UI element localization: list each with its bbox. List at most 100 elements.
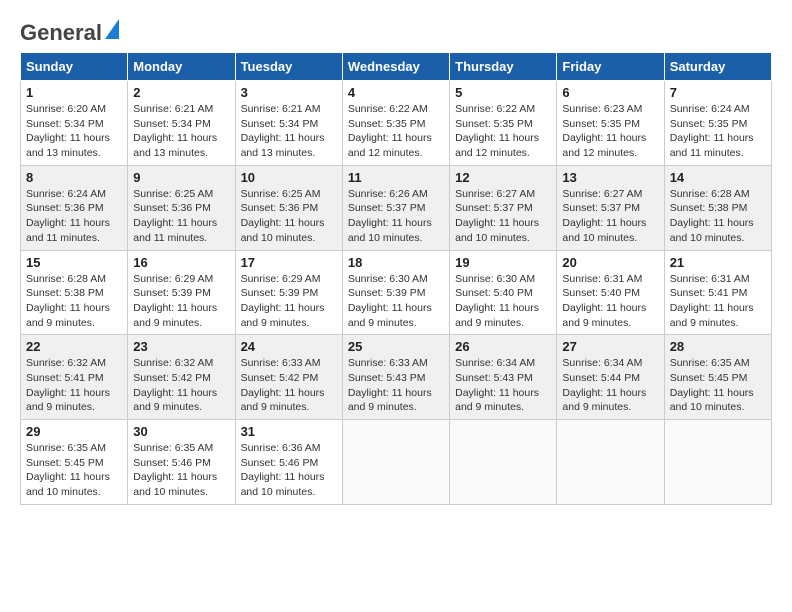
- calendar-day-2: 2 Sunrise: 6:21 AMSunset: 5:34 PMDaylight…: [128, 81, 235, 166]
- day-number: 16: [133, 255, 229, 270]
- day-number: 3: [241, 85, 337, 100]
- calendar-day-24: 24 Sunrise: 6:33 AMSunset: 5:42 PMDayligh…: [235, 335, 342, 420]
- day-number: 29: [26, 424, 122, 439]
- day-number: 19: [455, 255, 551, 270]
- day-number: 31: [241, 424, 337, 439]
- day-info: Sunrise: 6:27 AMSunset: 5:37 PMDaylight:…: [562, 187, 658, 246]
- day-info: Sunrise: 6:29 AMSunset: 5:39 PMDaylight:…: [241, 272, 337, 331]
- calendar-day-30: 30 Sunrise: 6:35 AMSunset: 5:46 PMDayligh…: [128, 420, 235, 505]
- calendar-day-27: 27 Sunrise: 6:34 AMSunset: 5:44 PMDayligh…: [557, 335, 664, 420]
- day-number: 7: [670, 85, 766, 100]
- column-header-tuesday: Tuesday: [235, 53, 342, 81]
- calendar-day-empty: [342, 420, 449, 505]
- day-number: 17: [241, 255, 337, 270]
- day-number: 25: [348, 339, 444, 354]
- column-header-sunday: Sunday: [21, 53, 128, 81]
- day-info: Sunrise: 6:21 AMSunset: 5:34 PMDaylight:…: [133, 102, 229, 161]
- day-info: Sunrise: 6:20 AMSunset: 5:34 PMDaylight:…: [26, 102, 122, 161]
- day-number: 22: [26, 339, 122, 354]
- day-info: Sunrise: 6:29 AMSunset: 5:39 PMDaylight:…: [133, 272, 229, 331]
- day-info: Sunrise: 6:24 AMSunset: 5:36 PMDaylight:…: [26, 187, 122, 246]
- day-info: Sunrise: 6:32 AMSunset: 5:42 PMDaylight:…: [133, 356, 229, 415]
- day-number: 4: [348, 85, 444, 100]
- day-number: 1: [26, 85, 122, 100]
- calendar-day-12: 12 Sunrise: 6:27 AMSunset: 5:37 PMDayligh…: [450, 165, 557, 250]
- day-number: 12: [455, 170, 551, 185]
- calendar-week-3: 15 Sunrise: 6:28 AMSunset: 5:38 PMDayligh…: [21, 250, 772, 335]
- calendar-day-13: 13Sunrise: 6:27 AMSunset: 5:37 PMDayligh…: [557, 165, 664, 250]
- day-info: Sunrise: 6:25 AMSunset: 5:36 PMDaylight:…: [133, 187, 229, 246]
- day-number: 24: [241, 339, 337, 354]
- calendar-day-26: 26Sunrise: 6:34 AMSunset: 5:43 PMDayligh…: [450, 335, 557, 420]
- day-info: Sunrise: 6:28 AMSunset: 5:38 PMDaylight:…: [26, 272, 122, 331]
- calendar-day-19: 19Sunrise: 6:30 AMSunset: 5:40 PMDayligh…: [450, 250, 557, 335]
- calendar-day-17: 17 Sunrise: 6:29 AMSunset: 5:39 PMDayligh…: [235, 250, 342, 335]
- day-info: Sunrise: 6:35 AMSunset: 5:45 PMDaylight:…: [670, 356, 766, 415]
- calendar-week-2: 8 Sunrise: 6:24 AMSunset: 5:36 PMDaylight…: [21, 165, 772, 250]
- day-number: 9: [133, 170, 229, 185]
- day-info: Sunrise: 6:22 AMSunset: 5:35 PMDaylight:…: [348, 102, 444, 161]
- day-info: Sunrise: 6:24 AMSunset: 5:35 PMDaylight:…: [670, 102, 766, 161]
- calendar-day-21: 21Sunrise: 6:31 AMSunset: 5:41 PMDayligh…: [664, 250, 771, 335]
- day-number: 15: [26, 255, 122, 270]
- day-number: 18: [348, 255, 444, 270]
- calendar-day-6: 6Sunrise: 6:23 AMSunset: 5:35 PMDaylight…: [557, 81, 664, 166]
- calendar-week-5: 29 Sunrise: 6:35 AMSunset: 5:45 PMDayligh…: [21, 420, 772, 505]
- calendar-day-3: 3 Sunrise: 6:21 AMSunset: 5:34 PMDaylight…: [235, 81, 342, 166]
- day-number: 6: [562, 85, 658, 100]
- day-number: 5: [455, 85, 551, 100]
- logo-arrow-icon: [105, 19, 119, 39]
- day-number: 26: [455, 339, 551, 354]
- calendar-day-22: 22 Sunrise: 6:32 AMSunset: 5:41 PMDayligh…: [21, 335, 128, 420]
- day-number: 2: [133, 85, 229, 100]
- day-info: Sunrise: 6:28 AMSunset: 5:38 PMDaylight:…: [670, 187, 766, 246]
- day-number: 30: [133, 424, 229, 439]
- calendar-day-14: 14 Sunrise: 6:28 AMSunset: 5:38 PMDayligh…: [664, 165, 771, 250]
- calendar-day-18: 18 Sunrise: 6:30 AMSunset: 5:39 PMDayligh…: [342, 250, 449, 335]
- day-info: Sunrise: 6:33 AMSunset: 5:43 PMDaylight:…: [348, 356, 444, 415]
- column-header-wednesday: Wednesday: [342, 53, 449, 81]
- calendar-day-28: 28 Sunrise: 6:35 AMSunset: 5:45 PMDayligh…: [664, 335, 771, 420]
- calendar-day-empty: [557, 420, 664, 505]
- calendar-day-25: 25 Sunrise: 6:33 AMSunset: 5:43 PMDayligh…: [342, 335, 449, 420]
- day-info: Sunrise: 6:25 AMSunset: 5:36 PMDaylight:…: [241, 187, 337, 246]
- day-info: Sunrise: 6:35 AMSunset: 5:46 PMDaylight:…: [133, 441, 229, 500]
- day-info: Sunrise: 6:34 AMSunset: 5:44 PMDaylight:…: [562, 356, 658, 415]
- day-number: 11: [348, 170, 444, 185]
- day-number: 23: [133, 339, 229, 354]
- day-info: Sunrise: 6:31 AMSunset: 5:40 PMDaylight:…: [562, 272, 658, 331]
- day-info: Sunrise: 6:21 AMSunset: 5:34 PMDaylight:…: [241, 102, 337, 161]
- day-info: Sunrise: 6:36 AMSunset: 5:46 PMDaylight:…: [241, 441, 337, 500]
- day-number: 20: [562, 255, 658, 270]
- calendar-header-row: SundayMondayTuesdayWednesdayThursdayFrid…: [21, 53, 772, 81]
- day-number: 27: [562, 339, 658, 354]
- day-info: Sunrise: 6:26 AMSunset: 5:37 PMDaylight:…: [348, 187, 444, 246]
- column-header-friday: Friday: [557, 53, 664, 81]
- page-header: General: [20, 20, 772, 42]
- calendar-day-empty: [450, 420, 557, 505]
- day-info: Sunrise: 6:22 AMSunset: 5:35 PMDaylight:…: [455, 102, 551, 161]
- day-number: 28: [670, 339, 766, 354]
- day-info: Sunrise: 6:33 AMSunset: 5:42 PMDaylight:…: [241, 356, 337, 415]
- calendar-day-5: 5 Sunrise: 6:22 AMSunset: 5:35 PMDaylight…: [450, 81, 557, 166]
- calendar-day-15: 15 Sunrise: 6:28 AMSunset: 5:38 PMDayligh…: [21, 250, 128, 335]
- calendar-day-4: 4 Sunrise: 6:22 AMSunset: 5:35 PMDaylight…: [342, 81, 449, 166]
- calendar-week-4: 22 Sunrise: 6:32 AMSunset: 5:41 PMDayligh…: [21, 335, 772, 420]
- day-number: 10: [241, 170, 337, 185]
- calendar-day-8: 8 Sunrise: 6:24 AMSunset: 5:36 PMDaylight…: [21, 165, 128, 250]
- calendar-day-29: 29 Sunrise: 6:35 AMSunset: 5:45 PMDayligh…: [21, 420, 128, 505]
- calendar-day-7: 7 Sunrise: 6:24 AMSunset: 5:35 PMDaylight…: [664, 81, 771, 166]
- day-info: Sunrise: 6:27 AMSunset: 5:37 PMDaylight:…: [455, 187, 551, 246]
- day-number: 8: [26, 170, 122, 185]
- calendar-day-20: 20 Sunrise: 6:31 AMSunset: 5:40 PMDayligh…: [557, 250, 664, 335]
- column-header-saturday: Saturday: [664, 53, 771, 81]
- calendar-day-16: 16 Sunrise: 6:29 AMSunset: 5:39 PMDayligh…: [128, 250, 235, 335]
- day-info: Sunrise: 6:32 AMSunset: 5:41 PMDaylight:…: [26, 356, 122, 415]
- day-number: 14: [670, 170, 766, 185]
- day-info: Sunrise: 6:30 AMSunset: 5:39 PMDaylight:…: [348, 272, 444, 331]
- calendar-day-empty: [664, 420, 771, 505]
- day-info: Sunrise: 6:35 AMSunset: 5:45 PMDaylight:…: [26, 441, 122, 500]
- logo-general: General: [20, 20, 102, 46]
- calendar-day-10: 10 Sunrise: 6:25 AMSunset: 5:36 PMDayligh…: [235, 165, 342, 250]
- calendar-day-9: 9 Sunrise: 6:25 AMSunset: 5:36 PMDaylight…: [128, 165, 235, 250]
